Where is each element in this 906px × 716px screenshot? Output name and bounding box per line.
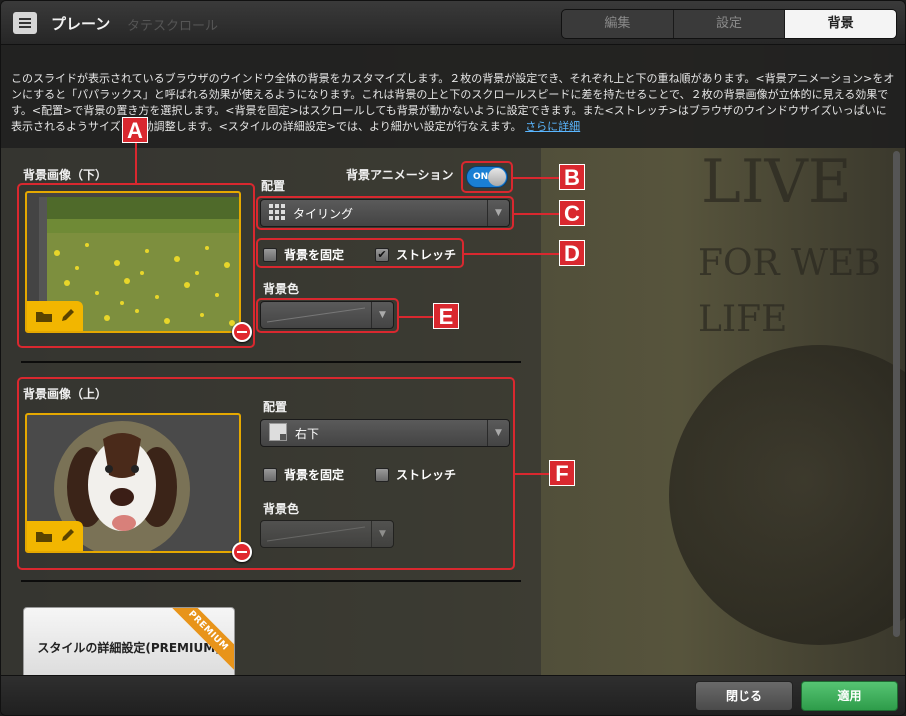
settings-window: LIVE FOR WEB LIFE プレーン タテスクロール 編集 設定 背景 …: [0, 0, 906, 716]
premium-ribbon: PREMIUM: [166, 608, 234, 673]
bottom-color-label: 背景色: [263, 282, 300, 296]
annotation-box-e: [256, 298, 399, 333]
background-dog-silhouette: [669, 345, 905, 645]
preview-heading-live: LIVE: [701, 147, 852, 217]
annotation-d: D: [559, 240, 585, 266]
annotation-connector-b: [513, 177, 559, 179]
background-animation-label: 背景アニメーション: [346, 168, 454, 182]
apply-button[interactable]: 適用: [801, 681, 898, 711]
window-title: プレーン: [51, 15, 111, 33]
close-button[interactable]: 閉じる: [695, 681, 793, 711]
tab-background[interactable]: 背景: [785, 10, 896, 38]
tab-settings[interactable]: 設定: [674, 10, 786, 38]
preview-heading-forweb: FOR WEB: [698, 243, 881, 284]
tab-edit[interactable]: 編集: [562, 10, 674, 38]
premium-style-settings-button[interactable]: スタイルの詳細設定(PREMIUM) PREMIUM: [23, 607, 235, 679]
ghost-title: タテスクロール: [127, 19, 219, 34]
tab-bar: 編集 設定 背景: [561, 9, 897, 39]
bottom-image-label: 背景画像（下）: [23, 168, 108, 182]
preview-heading-life: LIFE: [698, 299, 788, 340]
annotation-b: B: [559, 164, 585, 190]
annotation-e: E: [433, 303, 459, 329]
section-divider: [21, 361, 521, 363]
more-details-link[interactable]: さらに詳細: [525, 120, 580, 133]
annotation-f: F: [549, 460, 575, 486]
annotation-connector-d: [464, 253, 559, 255]
annotation-box-c: [256, 196, 514, 230]
annotation-box-a: [17, 183, 255, 348]
annotation-connector-c: [514, 213, 559, 215]
annotation-box-b: [461, 161, 513, 193]
scrollbar[interactable]: [893, 151, 900, 637]
annotation-connector-e: [399, 316, 433, 318]
menu-icon[interactable]: [13, 12, 37, 34]
title-bar: プレーン タテスクロール 編集 設定 背景: [1, 1, 905, 45]
annotation-connector-f: [515, 473, 549, 475]
premium-label: スタイルの詳細設定(PREMIUM): [37, 641, 221, 655]
section-divider: [21, 580, 521, 582]
annotation-a: A: [122, 117, 148, 143]
annotation-c: C: [559, 200, 585, 226]
annotation-box-d: [256, 238, 464, 268]
bottom-layout-label: 配置: [261, 179, 286, 193]
annotation-box-f: [17, 377, 515, 570]
